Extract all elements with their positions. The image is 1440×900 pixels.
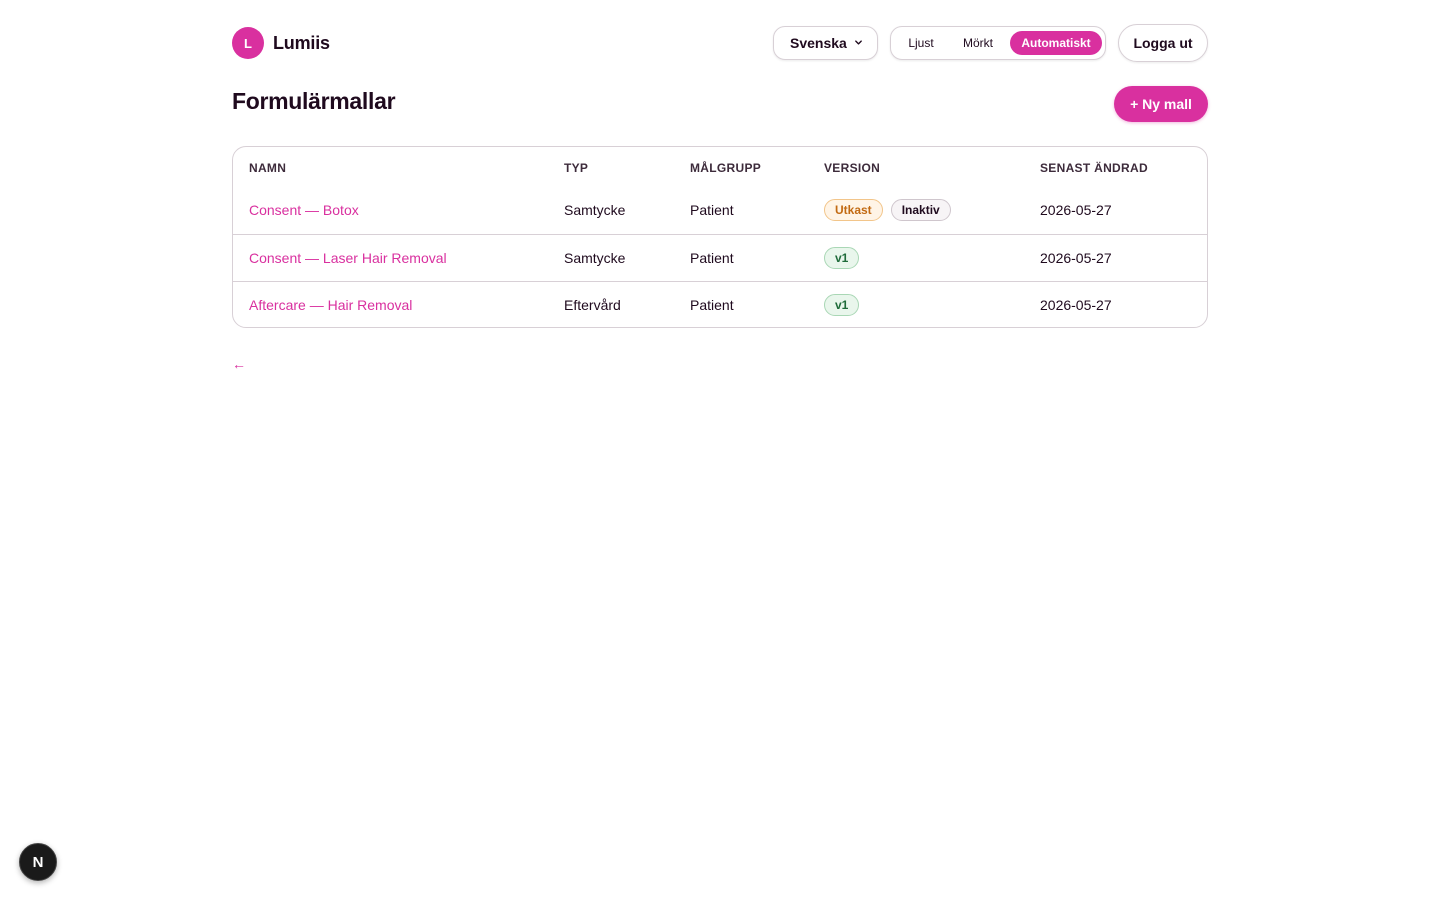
logout-button[interactable]: Logga ut: [1118, 24, 1208, 62]
template-name-link[interactable]: Consent — Laser Hair Removal: [249, 250, 447, 266]
theme-toggle: Ljust Mörkt Automatiskt: [890, 26, 1106, 60]
template-name-link[interactable]: Aftercare — Hair Removal: [249, 297, 412, 313]
template-updated: 2026-05-27: [1040, 250, 1112, 266]
template-audience: Patient: [690, 297, 734, 313]
template-type: Samtycke: [564, 202, 626, 218]
chevron-down-icon: [855, 40, 862, 45]
table-row[interactable]: Consent — Laser Hair Removal Samtycke Pa…: [233, 234, 1207, 281]
theme-option-auto[interactable]: Automatiskt: [1010, 31, 1102, 55]
table-row[interactable]: Aftercare — Hair Removal Eftervård Patie…: [233, 281, 1207, 327]
table-header: NAMN TYP MÅLGRUPP VERSION SENAST ÄNDRAD: [233, 147, 1207, 191]
arrow-left-icon: ←: [232, 356, 246, 372]
new-template-button[interactable]: + Ny mall: [1114, 86, 1208, 122]
column-header-name[interactable]: NAMN: [249, 161, 286, 175]
page-title: Formulärmallar: [232, 88, 396, 114]
brand-name: Lumiis: [273, 32, 330, 53]
status-badge-draft: Utkast: [824, 199, 883, 221]
template-updated: 2026-05-27: [1040, 202, 1112, 218]
column-header-type[interactable]: TYP: [564, 161, 588, 175]
template-name-link[interactable]: Consent — Botox: [249, 202, 359, 218]
template-type: Samtycke: [564, 250, 626, 266]
table-row[interactable]: Consent — Botox Samtycke Patient Utkast …: [233, 187, 1207, 234]
column-header-version[interactable]: VERSION: [824, 161, 880, 175]
template-audience: Patient: [690, 250, 734, 266]
version-badge: v1: [824, 294, 860, 316]
theme-option-light[interactable]: Ljust: [901, 31, 941, 55]
version-badges: Utkast Inaktiv: [824, 199, 951, 221]
version-badge: v1: [824, 247, 860, 269]
version-badges: v1: [824, 294, 860, 316]
theme-option-dark[interactable]: Mörkt: [955, 31, 1001, 55]
dev-tools-indicator[interactable]: N: [19, 843, 57, 881]
template-audience: Patient: [690, 202, 734, 218]
template-type: Eftervård: [564, 297, 621, 313]
column-header-updated[interactable]: SENAST ÄNDRAD: [1040, 161, 1148, 175]
brand[interactable]: L Lumiis: [232, 27, 330, 59]
header: L Lumiis Svenska Ljust Mörkt Automatiskt…: [232, 24, 1208, 62]
brand-logo: L: [232, 27, 264, 59]
status-badge-inactive: Inaktiv: [890, 199, 951, 221]
template-updated: 2026-05-27: [1040, 297, 1112, 313]
templates-table: NAMN TYP MÅLGRUPP VERSION SENAST ÄNDRAD …: [232, 146, 1208, 328]
page: L Lumiis Svenska Ljust Mörkt Automatiskt…: [0, 0, 1440, 900]
version-badges: v1: [824, 247, 860, 269]
column-header-audience[interactable]: MÅLGRUPP: [690, 161, 761, 175]
language-select-value: Svenska: [790, 35, 847, 51]
language-select[interactable]: Svenska: [773, 26, 878, 60]
back-link[interactable]: ←: [232, 356, 246, 372]
